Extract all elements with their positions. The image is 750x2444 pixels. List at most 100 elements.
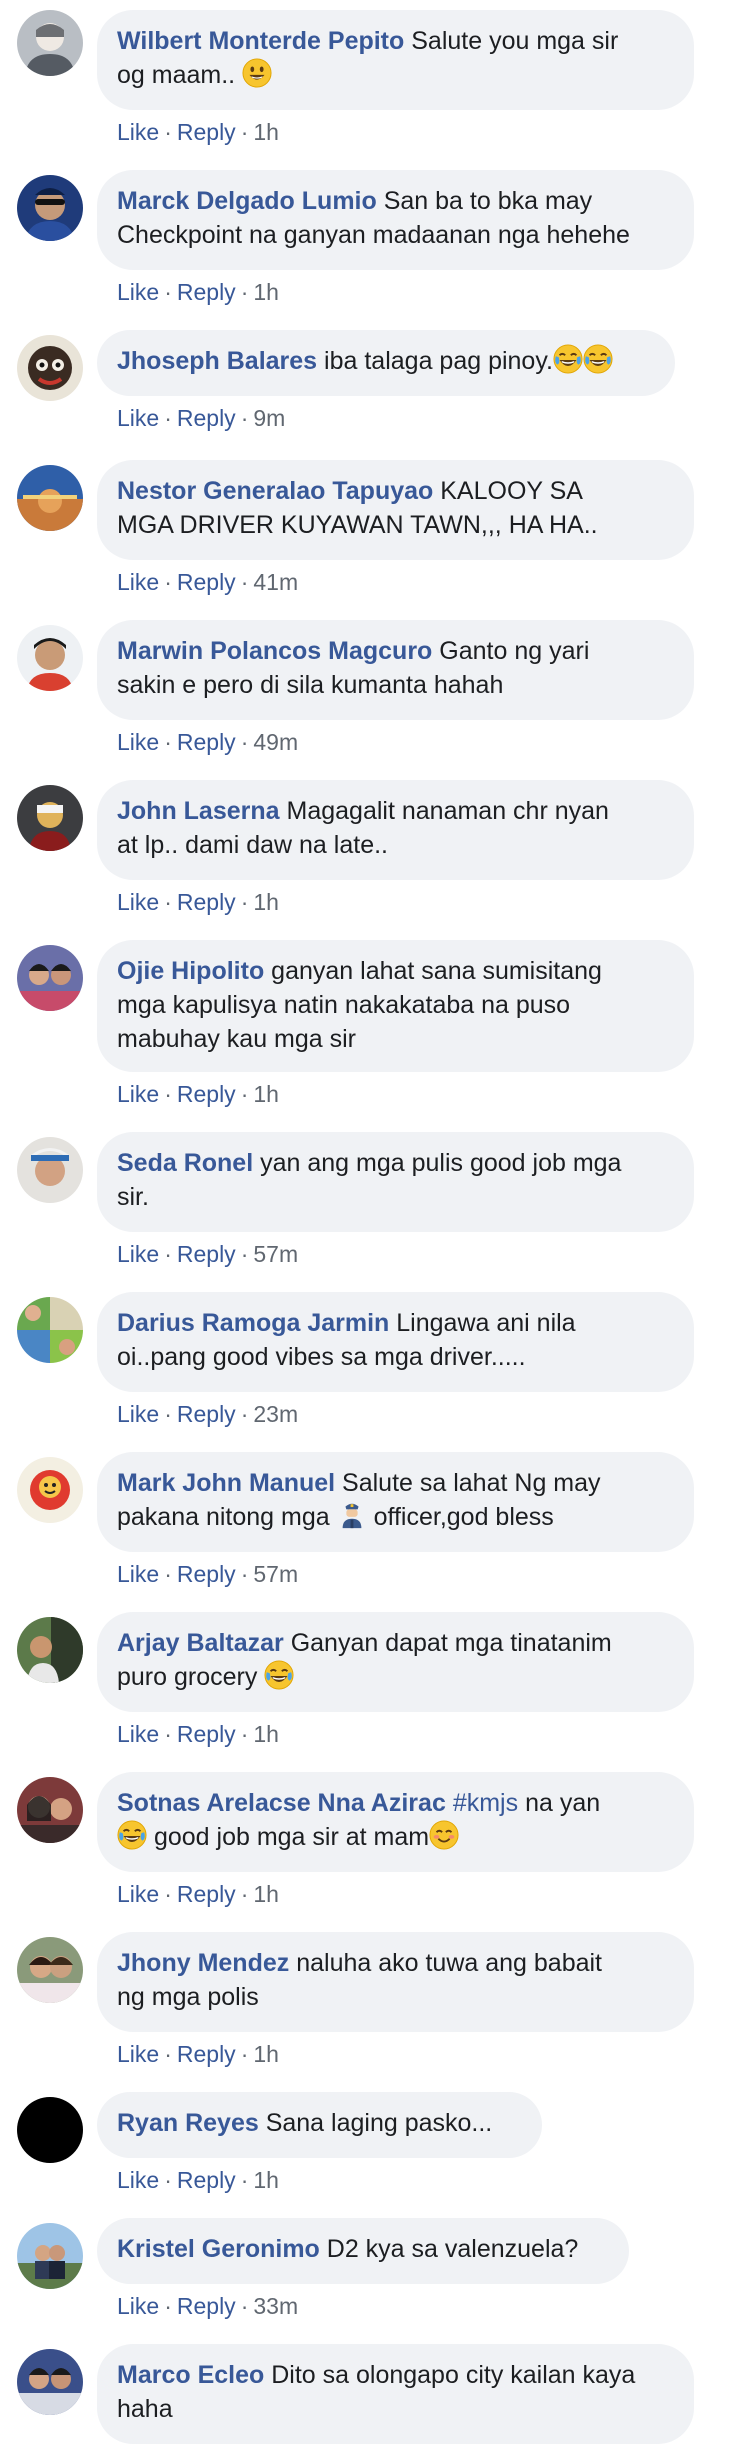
comment-author[interactable]: Nestor Generalao Tapuyao xyxy=(117,477,433,505)
avatar[interactable] xyxy=(17,2097,83,2163)
like-link[interactable]: Like xyxy=(117,2293,159,2319)
comment-actions: Like · Reply · 1h xyxy=(117,1881,279,1907)
like-link[interactable]: Like xyxy=(117,279,159,305)
avatar[interactable] xyxy=(17,2223,83,2289)
comment-actions: Like · Reply · 57m xyxy=(117,1561,299,1587)
like-link[interactable]: Like xyxy=(117,729,159,755)
comment-text: at lp.. dami daw na late.. xyxy=(117,831,388,859)
reply-link[interactable]: Reply xyxy=(177,1881,236,1907)
comment-text: sir. xyxy=(117,1183,149,1211)
avatar[interactable] xyxy=(17,1777,83,1843)
comment-time[interactable]: 1h xyxy=(253,889,279,915)
comment-bubble: Arjay Baltazar Ganyan dapat mga tinatani… xyxy=(97,1612,694,1712)
like-link[interactable]: Like xyxy=(117,889,159,915)
like-link[interactable]: Like xyxy=(117,1241,159,1267)
like-link[interactable]: Like xyxy=(117,1721,159,1747)
comment-time[interactable]: 49m xyxy=(253,729,298,755)
avatar[interactable] xyxy=(17,1617,83,1683)
reply-link[interactable]: Reply xyxy=(177,889,236,915)
comment-author[interactable]: Jhony Mendez xyxy=(117,1949,289,1977)
reply-link[interactable]: Reply xyxy=(177,2041,236,2067)
comment-author[interactable]: Wilbert Monterde Pepito xyxy=(117,27,404,55)
like-link[interactable]: Like xyxy=(117,569,159,595)
reply-link[interactable]: Reply xyxy=(177,729,236,755)
comment-author[interactable]: Seda Ronel xyxy=(117,1149,253,1177)
comment-bubble: Jhoseph Balares iba talaga pag pinoy. xyxy=(97,330,675,396)
avatar[interactable] xyxy=(17,945,83,1011)
reply-link[interactable]: Reply xyxy=(177,1081,236,1107)
reply-link[interactable]: Reply xyxy=(177,405,236,431)
comment-time[interactable]: 1h xyxy=(253,1081,279,1107)
comment-text: naluha ako tuwa ang babait xyxy=(296,1949,603,1977)
avatar[interactable] xyxy=(17,1457,83,1523)
comment-author[interactable]: Mark John Manuel xyxy=(117,1469,335,1497)
reply-link[interactable]: Reply xyxy=(177,2293,236,2319)
avatar[interactable] xyxy=(17,2349,83,2415)
reply-link[interactable]: Reply xyxy=(177,1721,236,1747)
tears-of-joy-emoji xyxy=(264,1660,294,1690)
avatar[interactable] xyxy=(17,1937,83,2003)
comment-author[interactable]: Darius Ramoga Jarmin xyxy=(117,1309,389,1337)
like-link[interactable]: Like xyxy=(117,1401,159,1427)
reply-link[interactable]: Reply xyxy=(177,1401,236,1427)
comment-author[interactable]: Sotnas Arelacse Nna Azirac xyxy=(117,1789,446,1817)
avatar[interactable] xyxy=(17,335,83,401)
like-link[interactable]: Like xyxy=(117,2167,159,2193)
comment-time[interactable]: 1h xyxy=(253,1881,279,1907)
like-link[interactable]: Like xyxy=(117,405,159,431)
comment-text: oi..pang good vibes sa mga driver..... xyxy=(117,1343,526,1371)
avatar[interactable] xyxy=(17,1137,83,1203)
avatar[interactable] xyxy=(17,625,83,691)
comment-time[interactable]: 1h xyxy=(253,2167,279,2193)
like-link[interactable]: Like xyxy=(117,119,159,145)
comment-actions: Like · Reply · 33m xyxy=(117,2293,299,2319)
comment-time[interactable]: 33m xyxy=(253,2293,298,2319)
like-link[interactable]: Like xyxy=(117,2041,159,2067)
comment-text: haha xyxy=(117,2395,173,2423)
comment-bubble: Nestor Generalao Tapuyao KALOOY SA MGA D… xyxy=(97,460,694,560)
comment-text: ganyan lahat sana sumisitang xyxy=(271,957,602,985)
comment-bubble: Seda Ronel yan ang mga pulis good job mg… xyxy=(97,1132,694,1232)
comment-time[interactable]: 23m xyxy=(253,1401,298,1427)
reply-link[interactable]: Reply xyxy=(177,1241,236,1267)
comment-text: Lingawa ani nila xyxy=(396,1309,576,1337)
avatar[interactable] xyxy=(17,10,83,76)
comment-time[interactable]: 1h xyxy=(253,1721,279,1747)
comment-author[interactable]: Marco Ecleo xyxy=(117,2361,264,2389)
reply-link[interactable]: Reply xyxy=(177,569,236,595)
avatar[interactable] xyxy=(17,785,83,851)
comment-time[interactable]: 9m xyxy=(253,405,285,431)
comment-author[interactable]: Ojie Hipolito xyxy=(117,957,264,985)
comment-time[interactable]: 1h xyxy=(253,279,279,305)
comment-time[interactable]: 1h xyxy=(253,2041,279,2067)
comment-author[interactable]: Marck Delgado Lumio xyxy=(117,187,377,215)
hashtag-link[interactable]: #kmjs xyxy=(453,1789,518,1817)
comment-author[interactable]: Arjay Baltazar xyxy=(117,1629,284,1657)
comment-time[interactable]: 41m xyxy=(253,569,298,595)
comment-time[interactable]: 57m xyxy=(253,1241,298,1267)
comment-text: officer,god bless xyxy=(373,1503,554,1531)
reply-link[interactable]: Reply xyxy=(177,1561,236,1587)
reply-link[interactable]: Reply xyxy=(177,279,236,305)
comment-author[interactable]: John Laserna xyxy=(117,797,280,825)
comment-text: puro grocery xyxy=(117,1663,258,1691)
comment-author[interactable]: Jhoseph Balares xyxy=(117,347,317,375)
comment-actions: Like · Reply · 1h xyxy=(117,1081,279,1107)
like-link[interactable]: Like xyxy=(117,1081,159,1107)
reply-link[interactable]: Reply xyxy=(177,2167,236,2193)
avatar[interactable] xyxy=(17,465,83,531)
comment-author[interactable]: Marwin Polancos Magcuro xyxy=(117,637,432,665)
comment-text: yan ang mga pulis good job mga xyxy=(260,1149,622,1177)
like-link[interactable]: Like xyxy=(117,1561,159,1587)
comment-time[interactable]: 1h xyxy=(253,119,279,145)
avatar[interactable] xyxy=(17,175,83,241)
reply-link[interactable]: Reply xyxy=(177,119,236,145)
comment-actions: Like · Reply · 57m xyxy=(117,1241,299,1267)
comment-author[interactable]: Ryan Reyes xyxy=(117,2109,259,2137)
comment-time[interactable]: 57m xyxy=(253,1561,298,1587)
comment-text: na yan xyxy=(525,1789,601,1817)
avatar[interactable] xyxy=(17,1297,83,1363)
comment-text: mabuhay kau mga sir xyxy=(117,1025,357,1053)
like-link[interactable]: Like xyxy=(117,1881,159,1907)
comment-author[interactable]: Kristel Geronimo xyxy=(117,2235,320,2263)
